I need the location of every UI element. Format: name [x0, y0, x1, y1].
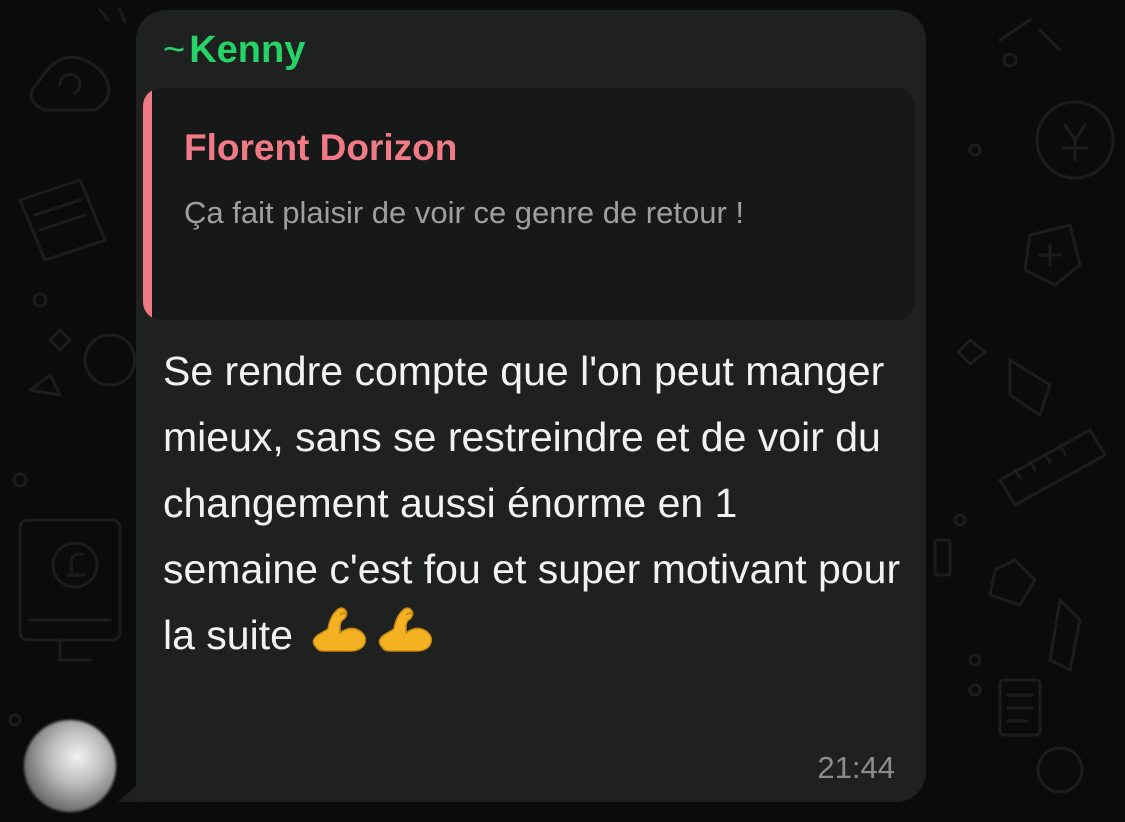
flexed-biceps-icon [379, 607, 433, 652]
quoted-author: Florent Dorizon [184, 127, 458, 168]
quoted-text: Ça fait plaisir de voir ce genre de reto… [184, 195, 744, 230]
sender-avatar[interactable] [24, 720, 116, 812]
sender-name[interactable]: ~ Kenny [163, 28, 305, 72]
message-timestamp: 21:44 [817, 750, 895, 785]
message-text: Se rendre compte que l'on peut manger mi… [163, 348, 901, 658]
sender-name-label: Kenny [189, 29, 306, 71]
message-body: Se rendre compte que l'on peut manger mi… [163, 338, 903, 668]
sender-prefix: ~ [163, 29, 186, 71]
flexed-biceps-icon [313, 607, 367, 652]
quoted-message[interactable]: Florent Dorizon Ça fait plaisir de voir … [143, 88, 915, 320]
quote-accent-bar [143, 88, 152, 320]
